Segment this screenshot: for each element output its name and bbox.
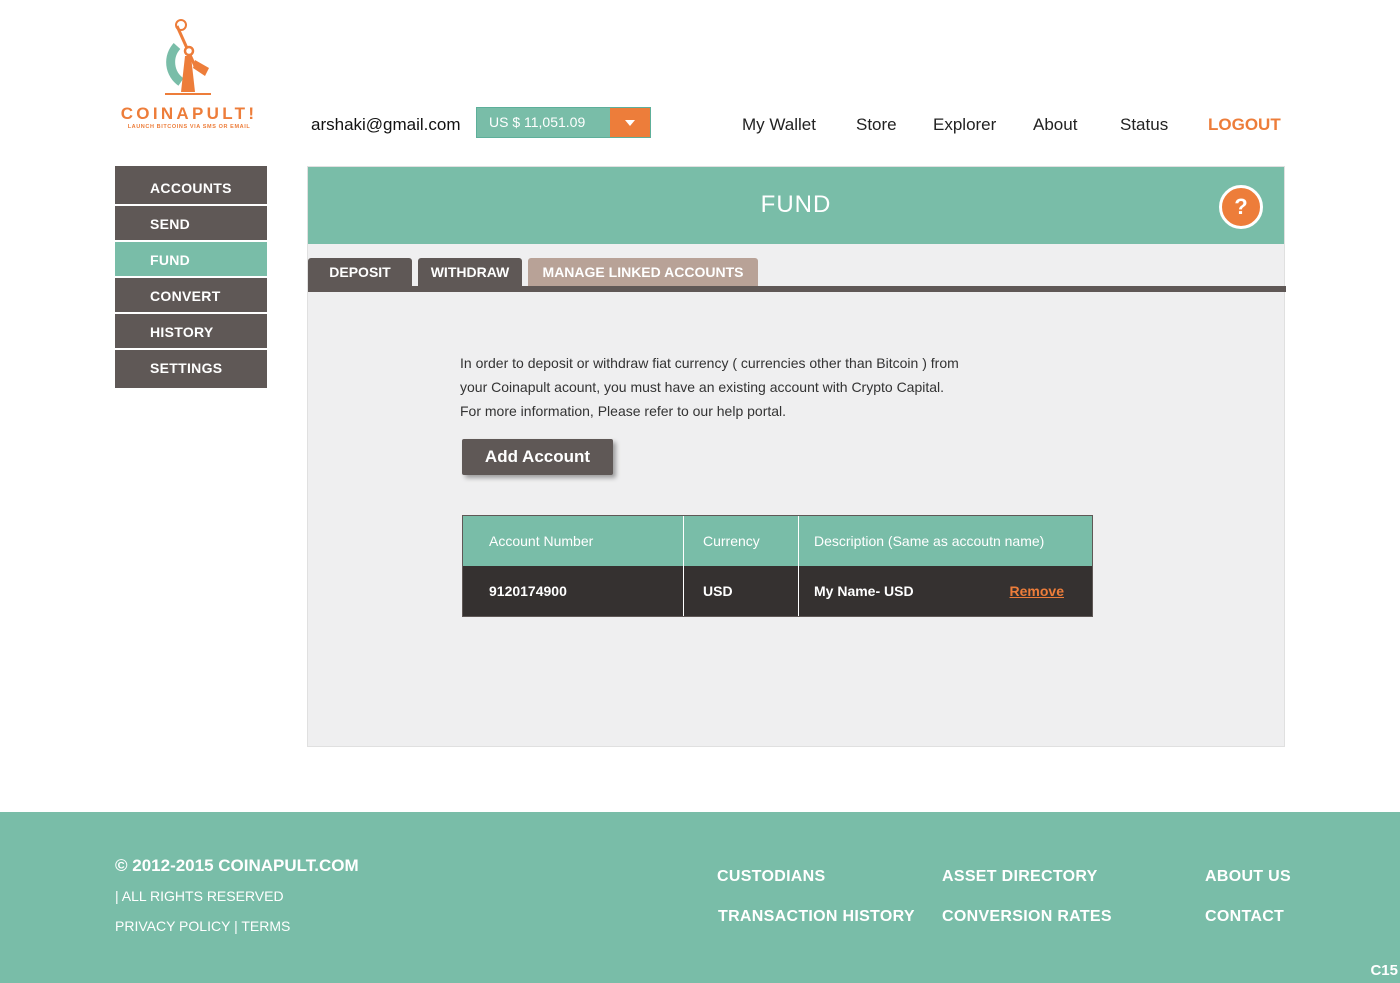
footer: © 2012-2015 COINAPULT.COM | ALL RIGHTS R… — [0, 812, 1400, 983]
remove-account-link[interactable]: Remove — [1010, 566, 1064, 616]
sidebar-item-fund[interactable]: FUND — [115, 242, 267, 278]
description-text: My Name- USD — [814, 583, 914, 599]
tab-underline — [308, 286, 1286, 292]
currency-cell: USD — [684, 566, 799, 616]
sidebar-item-convert[interactable]: CONVERT — [115, 278, 267, 314]
brand-name: COINAPULT! — [120, 104, 258, 123]
footer-link-custodians[interactable]: CUSTODIANS — [717, 868, 826, 886]
footer-link-asset-directory[interactable]: ASSET DIRECTORY — [942, 868, 1098, 886]
nav-store[interactable]: Store — [856, 115, 897, 135]
footer-link-transaction-history[interactable]: TRANSACTION HISTORY — [718, 908, 915, 926]
column-header-currency: Currency — [684, 516, 799, 566]
sidebar-item-accounts[interactable]: ACCOUNTS — [115, 166, 267, 206]
table-header-row: Account Number Currency Description (Sam… — [463, 516, 1092, 566]
column-header-description: Description (Same as accoutn name) — [814, 533, 1045, 549]
balance-selector[interactable]: US $ 11,051.09 — [476, 107, 651, 138]
page-title: FUND — [760, 191, 832, 218]
footer-copyright: © 2012-2015 COINAPULT.COM — [115, 856, 359, 875]
footer-link-contact[interactable]: CONTACT — [1205, 908, 1284, 926]
terms-link[interactable]: TERMS — [241, 918, 290, 934]
coinapult-logo[interactable]: COINAPULT! LAUNCH BITCOINS VIA SMS OR EM… — [113, 16, 265, 136]
screen-code: C15 — [1370, 962, 1398, 979]
linked-accounts-table: Account Number Currency Description (Sam… — [462, 515, 1093, 617]
logout-link[interactable]: LOGOUT — [1208, 115, 1281, 135]
description-cell: My Name- USD Remove — [799, 566, 1092, 616]
column-header-account-number: Account Number — [463, 516, 684, 566]
privacy-policy-link[interactable]: PRIVACY POLICY — [115, 918, 230, 934]
sidebar: ACCOUNTS SEND FUND CONVERT HISTORY SETTI… — [115, 166, 267, 388]
table-row: 9120174900 USD My Name- USD Remove — [463, 566, 1092, 616]
info-text: In order to deposit or withdraw fiat cur… — [460, 355, 959, 419]
sidebar-item-send[interactable]: SEND — [115, 206, 267, 242]
brand-tagline: LAUNCH BITCOINS VIA SMS OR EMAIL — [127, 124, 251, 130]
footer-link-conversion-rates[interactable]: CONVERSION RATES — [942, 908, 1112, 926]
nav-explorer[interactable]: Explorer — [933, 115, 996, 135]
help-button[interactable]: ? — [1219, 185, 1263, 229]
sidebar-item-history[interactable]: HISTORY — [115, 314, 267, 350]
nav-status[interactable]: Status — [1120, 115, 1168, 135]
nav-my-wallet[interactable]: My Wallet — [742, 115, 816, 135]
footer-link-about-us[interactable]: ABOUT US — [1205, 868, 1291, 886]
footer-rights: | ALL RIGHTS RESERVED — [115, 888, 284, 904]
account-number-cell: 9120174900 — [463, 566, 684, 616]
footer-legal: PRIVACY POLICY | TERMS — [115, 918, 290, 934]
fund-panel: FUND ? DEPOSIT WITHDRAW MANAGE LINKED AC… — [307, 166, 1286, 747]
balance-dropdown-button[interactable] — [610, 108, 650, 137]
user-email: arshaki@gmail.com — [311, 115, 461, 134]
tab-deposit[interactable]: DEPOSIT — [308, 258, 412, 286]
tab-withdraw[interactable]: WITHDRAW — [418, 258, 522, 286]
panel-header: FUND ? — [308, 167, 1284, 244]
catapult-logo-icon — [165, 19, 211, 95]
tab-bar: DEPOSIT WITHDRAW MANAGE LINKED ACCOUNTS — [308, 258, 1286, 292]
add-account-button[interactable]: Add Account — [462, 439, 613, 475]
chevron-down-icon — [625, 119, 635, 126]
balance-value: US $ 11,051.09 — [477, 108, 610, 137]
footer-separator: | — [234, 918, 238, 934]
sidebar-item-settings[interactable]: SETTINGS — [115, 350, 267, 388]
nav-about[interactable]: About — [1033, 115, 1077, 135]
tab-manage-linked-accounts[interactable]: MANAGE LINKED ACCOUNTS — [528, 258, 758, 286]
